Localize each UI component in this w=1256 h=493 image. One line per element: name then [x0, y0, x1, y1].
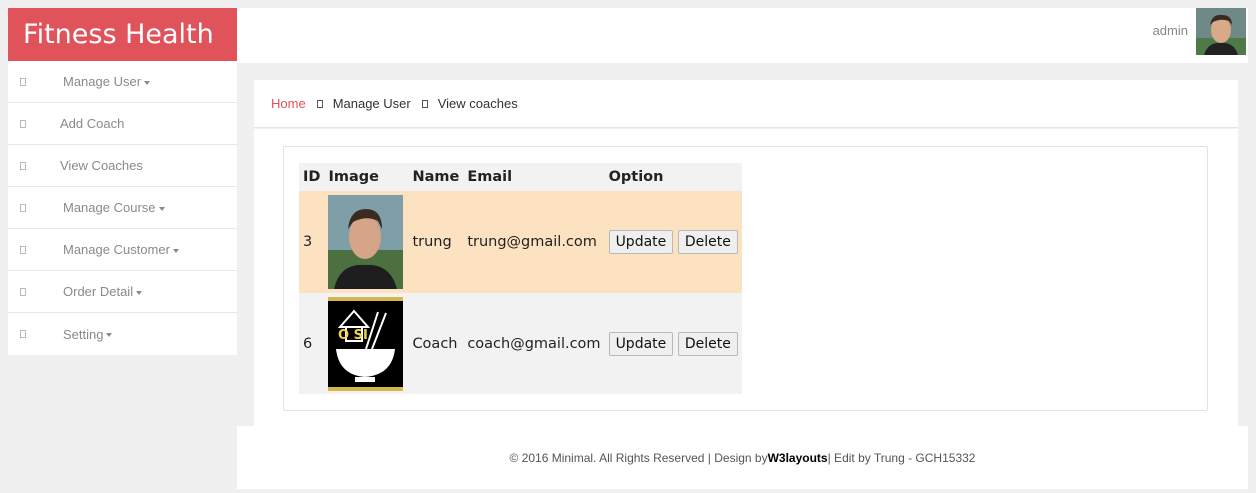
cell-email: trung@gmail.com [463, 191, 605, 293]
svg-text:O SI: O SI [338, 328, 368, 343]
sidebar: Manage User Add Coach View Coaches Manag… [8, 61, 237, 355]
sidebar-item-label: Manage Course [63, 200, 156, 215]
breadcrumb-separator-icon [316, 99, 323, 108]
col-id-header: ID [299, 163, 325, 191]
col-name-header: Name [408, 163, 464, 191]
user-name[interactable]: admin [1153, 23, 1188, 38]
menu-icon [20, 203, 26, 212]
menu-icon [20, 161, 26, 170]
sidebar-item-label: Manage User [63, 74, 142, 89]
cell-options: Update Delete [604, 191, 742, 293]
menu-icon [20, 77, 26, 86]
cell-options: Update Delete [604, 293, 742, 394]
cell-name: trung [408, 191, 464, 293]
breadcrumb-separator-icon [421, 99, 428, 108]
caret-down-icon [144, 80, 151, 85]
cell-id: 6 [299, 293, 325, 394]
sidebar-item-manage-course[interactable]: Manage Course [8, 187, 237, 229]
col-email-header: Email [463, 163, 605, 191]
sidebar-item-label: Manage Customer [63, 242, 170, 257]
coaches-table: ID Image Name Email Option 3 trung trung… [299, 163, 742, 394]
sidebar-item-label: Order Detail [63, 284, 134, 299]
menu-icon [20, 245, 26, 254]
sidebar-item-view-coaches[interactable]: View Coaches [8, 145, 237, 187]
sidebar-item-label: View Coaches [60, 158, 143, 173]
sidebar-item-add-coach[interactable]: Add Coach [8, 103, 237, 145]
breadcrumb-view-coaches: View coaches [437, 96, 518, 111]
sidebar-item-setting[interactable]: Setting [8, 313, 237, 355]
delete-button[interactable]: Delete [677, 230, 738, 254]
footer-copyright: © 2016 Minimal. All Rights Reserved | De… [509, 450, 768, 465]
menu-icon [20, 119, 26, 128]
caret-down-icon [172, 248, 179, 253]
delete-button[interactable]: Delete [677, 331, 738, 356]
update-button[interactable]: Update [608, 230, 674, 254]
top-bar: admin [237, 8, 1248, 63]
sidebar-item-label: Add Coach [60, 116, 125, 131]
caret-down-icon [158, 206, 165, 211]
bowl-logo: O SI [328, 296, 404, 391]
sidebar-item-label: Setting [63, 326, 104, 342]
cell-image [324, 191, 409, 293]
menu-icon [20, 287, 26, 296]
sidebar-item-manage-customer[interactable]: Manage Customer [8, 229, 237, 271]
cell-email: coach@gmail.com [463, 293, 605, 394]
footer-design-link[interactable]: W3layouts [768, 451, 828, 465]
main-content: ID Image Name Email Option 3 trung trung… [254, 129, 1238, 426]
menu-icon [20, 330, 26, 338]
cell-id: 3 [299, 191, 325, 293]
col-image-header: Image [324, 163, 409, 191]
footer-edit-credit: | Edit by Trung - GCH15332 [827, 450, 976, 465]
cell-name: Coach [408, 293, 464, 394]
table-header-row: ID Image Name Email Option [299, 163, 742, 191]
avatar[interactable] [1196, 8, 1246, 55]
caret-down-icon [136, 290, 143, 295]
brand-title[interactable]: Fitness Health [8, 8, 237, 61]
table-row: 3 trung trung@gmail.com Update Delete [299, 191, 742, 293]
footer: © 2016 Minimal. All Rights Reserved | De… [237, 426, 1248, 489]
coach-photo [328, 195, 404, 289]
breadcrumb: Home Manage User View coaches [254, 80, 1238, 128]
col-option-header: Option [604, 163, 742, 191]
breadcrumb-home-link[interactable]: Home [271, 96, 306, 111]
cell-image: O SI [324, 293, 409, 394]
sidebar-item-manage-user[interactable]: Manage User [8, 61, 237, 103]
coaches-panel: ID Image Name Email Option 3 trung trung… [283, 146, 1208, 411]
breadcrumb-manage-user: Manage User [332, 96, 411, 111]
update-button[interactable]: Update [608, 331, 674, 356]
caret-down-icon [106, 333, 113, 338]
table-row: 6 O SI Coach coach@gmail.com Update Dele… [299, 293, 742, 394]
sidebar-item-order-detail[interactable]: Order Detail [8, 271, 237, 313]
